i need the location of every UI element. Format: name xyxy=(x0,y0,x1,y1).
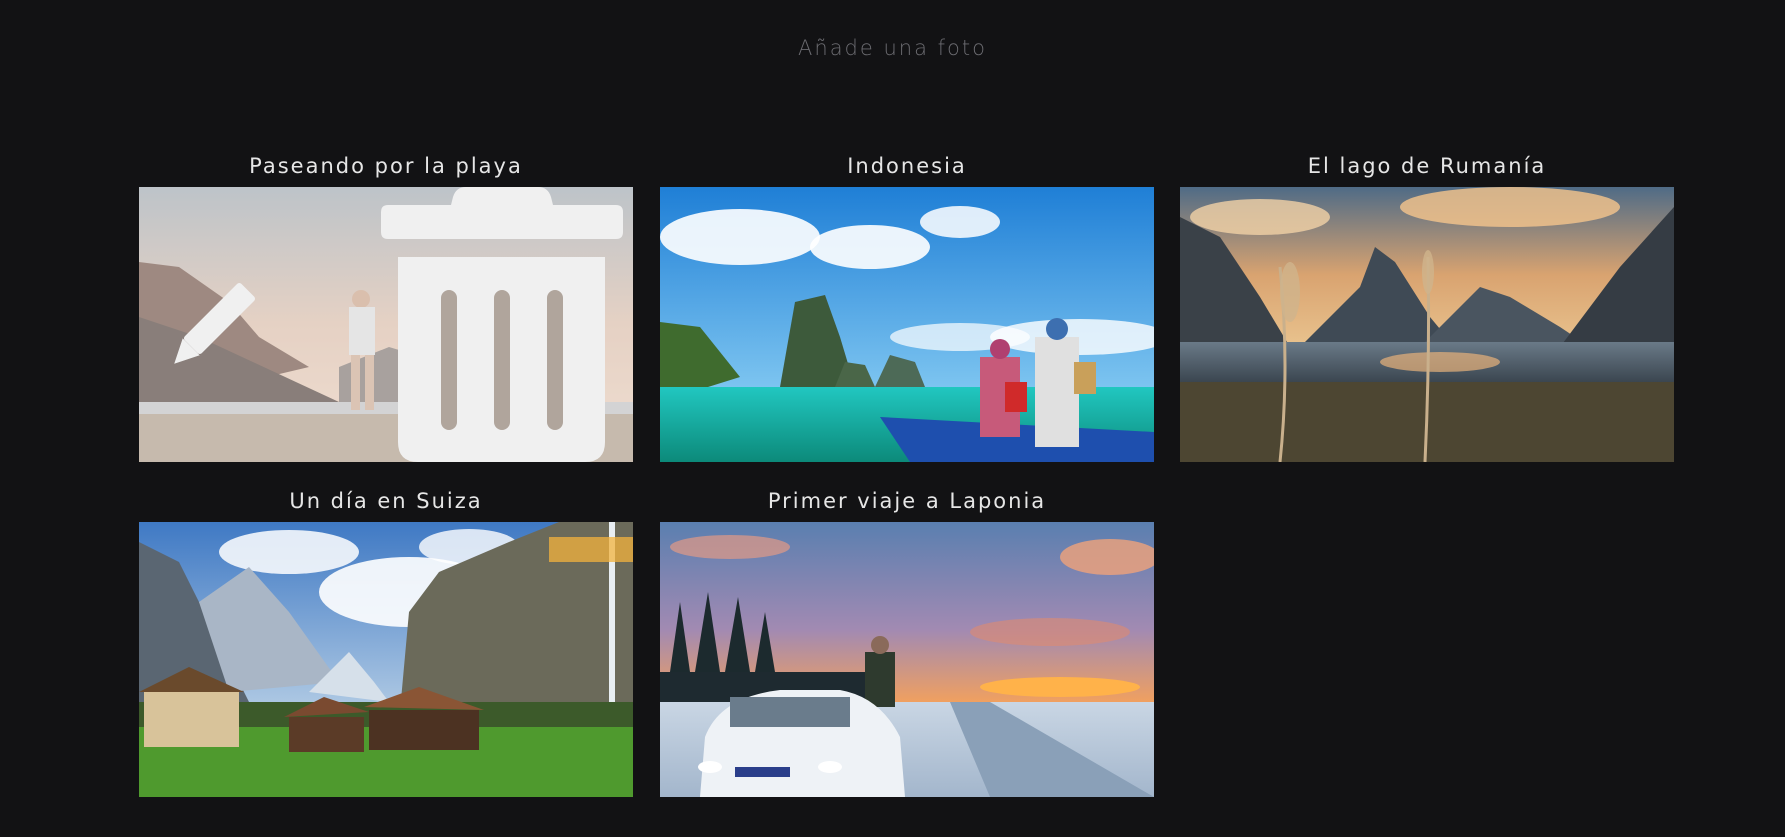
gallery-page: Añade una foto Paseando por la playa Ind… xyxy=(0,0,1785,837)
photo-image-swiss-valley[interactable] xyxy=(139,522,633,797)
lake-photo xyxy=(1180,187,1674,462)
photo-title: Primer viaje a Laponia xyxy=(767,489,1047,513)
photo-title: El lago de Rumanía xyxy=(1307,154,1547,178)
photo-image-beach-traveler[interactable] xyxy=(139,187,633,462)
photo-title: Indonesia xyxy=(847,154,967,178)
trash-icon[interactable] xyxy=(381,187,623,462)
add-photo-link[interactable]: Añade una foto xyxy=(0,36,1785,60)
swiss-photo xyxy=(139,522,633,797)
indonesia-photo xyxy=(660,187,1154,462)
photo-image-indonesia-boat[interactable] xyxy=(660,187,1154,462)
photo-image-lapland-car[interactable] xyxy=(660,522,1154,797)
photo-title: Paseando por la playa xyxy=(249,154,523,178)
photo-image-mountain-lake[interactable] xyxy=(1180,187,1674,462)
photo-title: Un día en Suiza xyxy=(289,489,483,513)
lapland-photo xyxy=(660,522,1154,797)
pencil-icon[interactable] xyxy=(159,275,263,379)
